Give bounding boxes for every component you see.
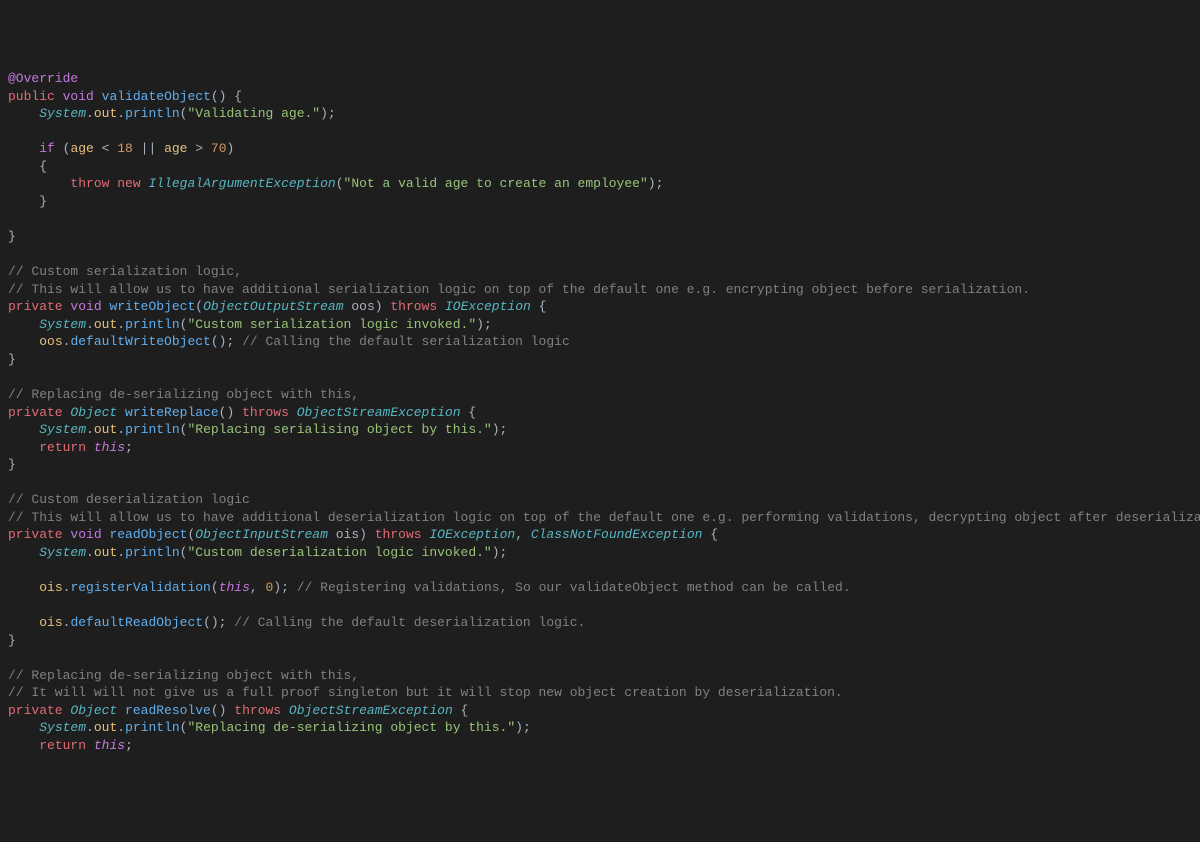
code-line: ois.registerValidation(this, 0); // Regi… [8, 579, 1192, 597]
code-line: public void validateObject() { [8, 88, 1192, 106]
code-line: ois.defaultReadObject(); // Calling the … [8, 614, 1192, 632]
code-line: private void writeObject(ObjectOutputStr… [8, 298, 1192, 316]
code-line [8, 211, 1192, 229]
code-editor: @Overridepublic void validateObject() { … [0, 70, 1200, 754]
code-line [8, 368, 1192, 386]
code-line: } [8, 193, 1192, 211]
code-line [8, 123, 1192, 141]
code-line: return this; [8, 737, 1192, 755]
code-line: oos.defaultWriteObject(); // Calling the… [8, 333, 1192, 351]
code-line: System.out.println("Custom serialization… [8, 316, 1192, 334]
code-line: } [8, 351, 1192, 369]
code-line: // This will allow us to have additional… [8, 509, 1192, 527]
code-line: } [8, 456, 1192, 474]
code-line: } [8, 228, 1192, 246]
code-line [8, 649, 1192, 667]
code-line: private Object readResolve() throws Obje… [8, 702, 1192, 720]
code-line: System.out.println("Replacing serialisin… [8, 421, 1192, 439]
code-line: if (age < 18 || age > 70) [8, 140, 1192, 158]
code-line: private Object writeReplace() throws Obj… [8, 404, 1192, 422]
code-line: // Replacing de-serializing object with … [8, 667, 1192, 685]
code-line [8, 474, 1192, 492]
code-line [8, 246, 1192, 264]
code-line: // Replacing de-serializing object with … [8, 386, 1192, 404]
code-line: // This will allow us to have additional… [8, 281, 1192, 299]
code-line: throw new IllegalArgumentException("Not … [8, 175, 1192, 193]
code-line: // It will will not give us a full proof… [8, 684, 1192, 702]
code-line [8, 562, 1192, 580]
code-line: private void readObject(ObjectInputStrea… [8, 526, 1192, 544]
code-line: System.out.println("Replacing de-seriali… [8, 719, 1192, 737]
code-line: return this; [8, 439, 1192, 457]
code-line: System.out.println("Custom deserializati… [8, 544, 1192, 562]
code-line [8, 597, 1192, 615]
code-line: } [8, 632, 1192, 650]
code-line: // Custom serialization logic, [8, 263, 1192, 281]
code-line: { [8, 158, 1192, 176]
code-line: System.out.println("Validating age."); [8, 105, 1192, 123]
code-line: // Custom deserialization logic [8, 491, 1192, 509]
code-line: @Override [8, 70, 1192, 88]
